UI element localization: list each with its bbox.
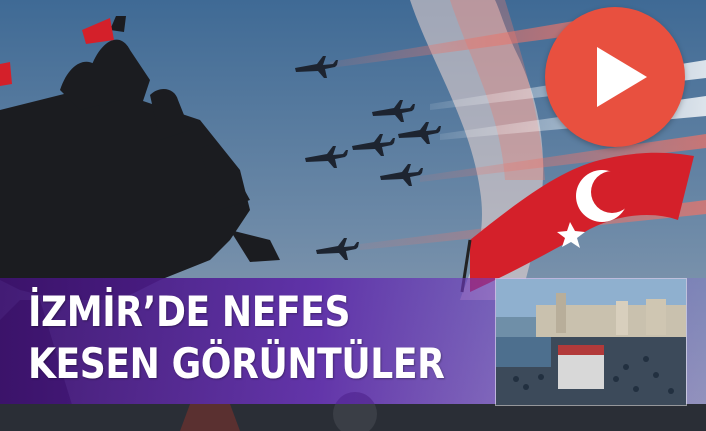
thumbnail-photo[interactable] bbox=[495, 278, 687, 406]
headline-line-2: KESEN GÖRÜNTÜLER bbox=[28, 339, 445, 388]
news-card[interactable]: İZMİR’DE NEFES KESEN GÖRÜNTÜLER bbox=[0, 0, 706, 431]
headline[interactable]: İZMİR’DE NEFES KESEN GÖRÜNTÜLER bbox=[28, 286, 445, 390]
play-icon bbox=[597, 47, 647, 107]
headline-line-1: İZMİR’DE NEFES bbox=[28, 287, 351, 336]
play-button[interactable] bbox=[545, 7, 685, 147]
thumbnail-image bbox=[496, 279, 686, 405]
